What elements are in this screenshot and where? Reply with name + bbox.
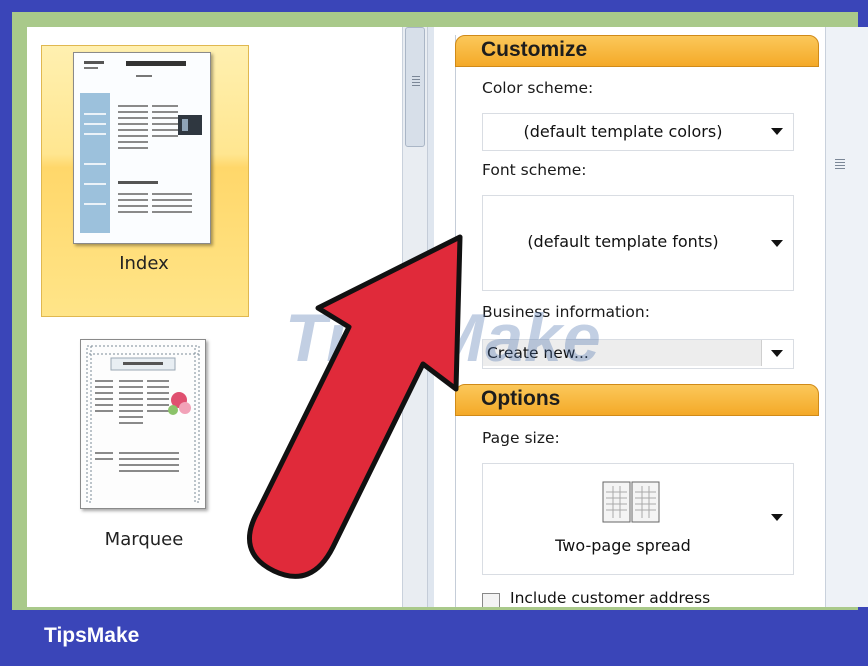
pointer-arrow-icon xyxy=(247,234,463,579)
brand-title: TipsMake xyxy=(44,624,140,647)
footer-banner: TipsMake xyxy=(0,610,868,666)
publisher-window: Index Marquee Customize Color scheme: (d… xyxy=(27,27,868,607)
